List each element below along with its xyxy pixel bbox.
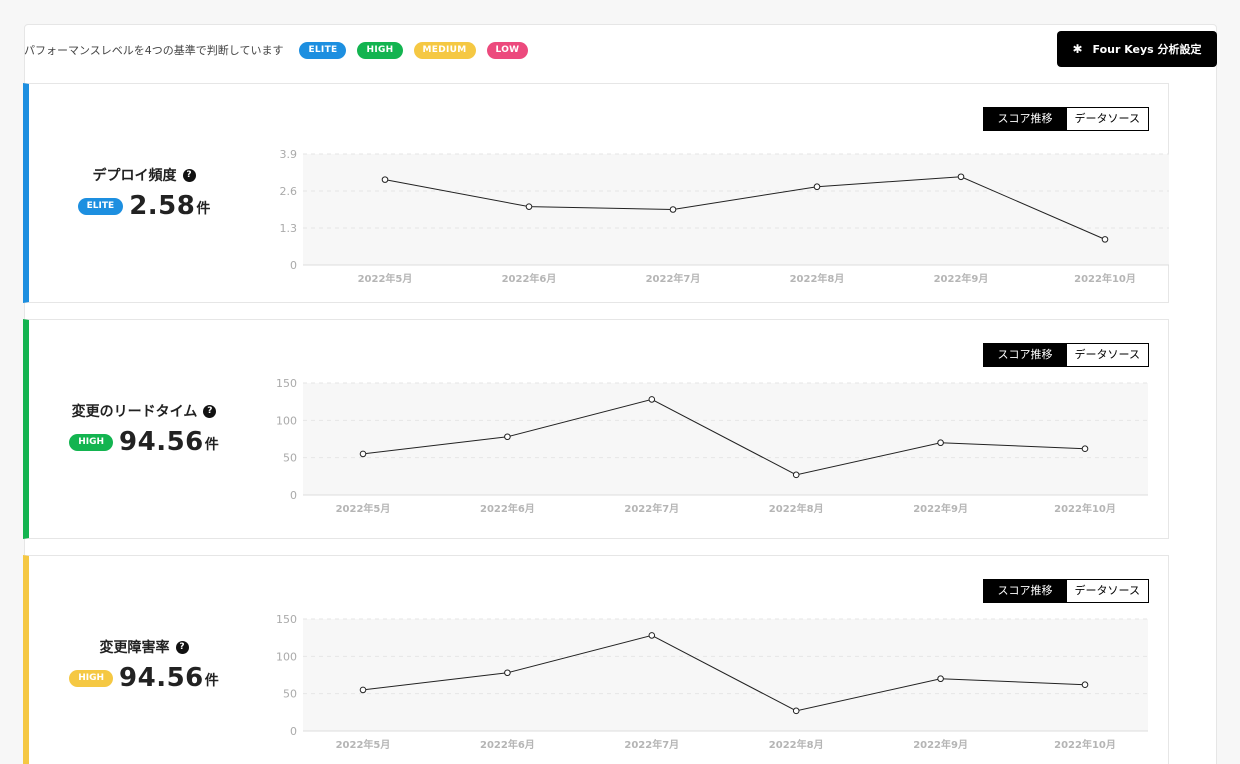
y-tick-label: 50 — [283, 688, 297, 701]
y-tick-label: 3.9 — [280, 148, 298, 161]
data-point — [359, 450, 367, 458]
data-point — [359, 686, 367, 694]
x-tick-label: 2022年5月 — [336, 738, 391, 751]
x-tick-label: 2022年9月 — [913, 738, 968, 751]
settings-button-label: Four Keys 分析設定 — [1092, 43, 1202, 56]
y-tick-label: 100 — [276, 414, 297, 427]
y-tick-label: 0 — [290, 489, 297, 502]
x-tick-label: 2022年6月 — [480, 502, 535, 515]
y-tick-label: 1.3 — [280, 222, 298, 235]
data-point — [648, 632, 656, 639]
plot-area — [303, 619, 1148, 731]
y-tick-label: 150 — [276, 377, 297, 390]
metric-card-lead-time: 変更のリードタイム? HIGH 94.56 件 スコア推移 データソース 0 50… — [23, 319, 1169, 539]
gear-icon: ✱ — [1072, 42, 1083, 56]
x-tick-label: 2022年7月 — [646, 272, 701, 285]
x-tick-label: 2022年10月 — [1074, 272, 1136, 285]
score-trend-chart: 0 1.3 2.6 3.9 2022年5月 2022年6月 2022年7月 2022年8月 20… — [280, 148, 1169, 285]
data-point — [937, 675, 944, 683]
level-badge-elite: ELITE — [299, 41, 347, 59]
x-tick-label: 2022年7月 — [624, 738, 679, 751]
score-trend-chart: 0 50 100 150 2022年5月 2022年6月 2022年7月 2022年8月 202… — [276, 613, 1148, 751]
metric-card-change-failure-rate: 変更障害率? HIGH 94.56 件 スコア推移 データソース 0 50 100 1… — [23, 555, 1169, 764]
x-tick-label: 2022年6月 — [480, 738, 535, 751]
data-point — [504, 669, 511, 677]
x-tick-label: 2022年9月 — [913, 502, 968, 515]
x-tick-label: 2022年10月 — [1054, 502, 1116, 515]
metric-card-deploy-frequency: デプロイ頻度? ELITE 2.58 件 スコア推移 データソース 0 1.3 2.… — [23, 83, 1169, 303]
data-point — [957, 173, 965, 181]
y-tick-label: 50 — [283, 452, 297, 465]
x-tick-label: 2022年8月 — [769, 738, 824, 751]
legend-description: パフォーマンスレベルを4つの基準で判断しています — [24, 44, 284, 57]
data-point — [525, 203, 533, 210]
y-tick-label: 150 — [276, 613, 297, 626]
data-point — [813, 183, 821, 191]
data-point — [381, 176, 389, 183]
x-tick-label: 2022年5月 — [358, 272, 413, 285]
x-tick-label: 2022年8月 — [769, 502, 824, 515]
y-tick-label: 100 — [276, 650, 297, 663]
data-point — [937, 439, 944, 447]
data-point — [504, 433, 511, 441]
x-tick-label: 2022年5月 — [336, 502, 391, 515]
level-badge-medium: MEDIUM — [413, 41, 476, 59]
x-tick-label: 2022年6月 — [502, 272, 557, 285]
x-tick-label: 2022年8月 — [790, 272, 845, 285]
data-point — [792, 707, 800, 715]
data-point — [1081, 681, 1089, 689]
y-tick-label: 2.6 — [280, 185, 298, 198]
plot-area — [303, 383, 1148, 495]
x-tick-label: 2022年7月 — [624, 502, 679, 515]
y-tick-label: 0 — [290, 259, 297, 272]
score-trend-chart: 0 50 100 150 2022年5月 2022年6月 2022年7月 2022年8月 202… — [276, 377, 1148, 515]
four-keys-settings-button[interactable]: ✱ Four Keys 分析設定 — [1057, 31, 1217, 67]
plot-area — [303, 154, 1169, 265]
x-tick-label: 2022年10月 — [1054, 738, 1116, 751]
data-point — [669, 206, 677, 213]
data-point — [648, 396, 656, 403]
level-legend: パフォーマンスレベルを4つの基準で判断しています ELITE HIGH MEDI… — [24, 38, 539, 62]
level-badge-low: LOW — [486, 41, 529, 59]
data-point — [1081, 445, 1089, 453]
y-tick-label: 0 — [290, 725, 297, 738]
x-tick-label: 2022年9月 — [934, 272, 989, 285]
data-point — [1101, 236, 1109, 243]
level-badge-high: HIGH — [357, 41, 403, 59]
data-point — [792, 471, 800, 479]
